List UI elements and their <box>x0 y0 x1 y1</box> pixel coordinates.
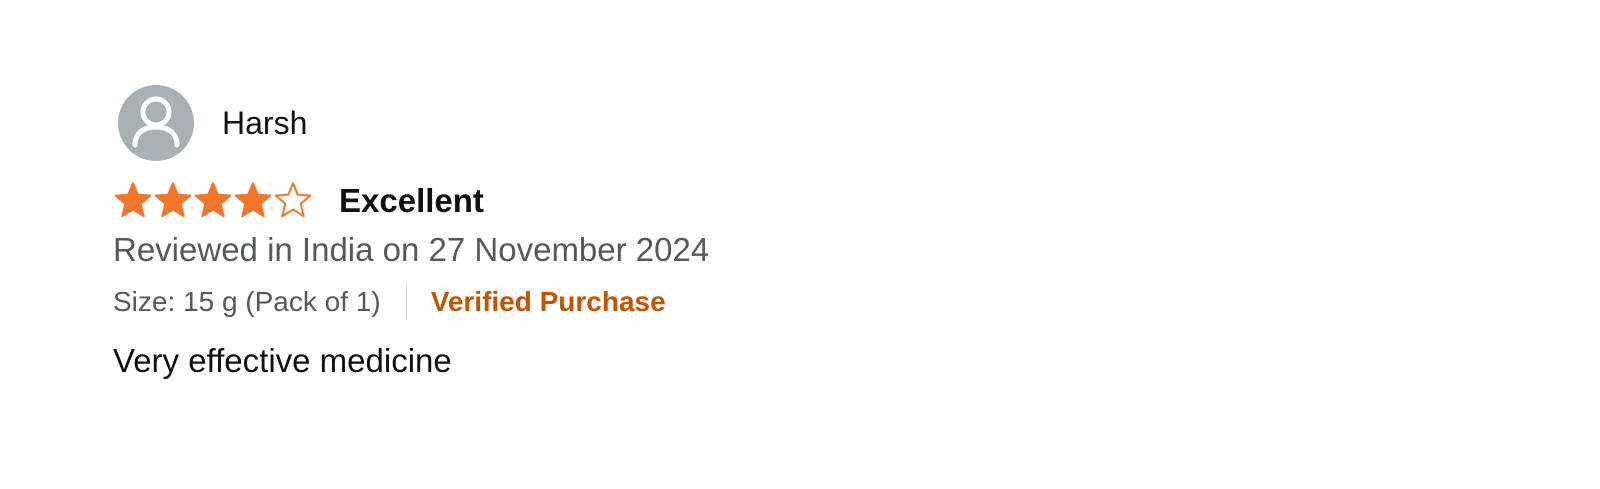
reviewer-profile[interactable]: Harsh <box>118 85 307 161</box>
star-rating[interactable] <box>113 180 313 220</box>
review-date: Reviewed in India on 27 November 2024 <box>113 231 710 268</box>
verified-purchase-badge[interactable]: Verified Purchase <box>431 286 666 318</box>
review-body: Very effective medicine <box>113 342 452 379</box>
star-filled-icon <box>114 182 152 218</box>
review-card: Harsh Excellent Reviewed in India on 27 … <box>0 0 1600 489</box>
rating-row: Excellent <box>113 178 484 222</box>
star-filled-icon <box>234 182 272 218</box>
meta-divider <box>405 284 407 320</box>
product-variant: Size: 15 g (Pack of 1) <box>113 286 381 317</box>
user-avatar-icon <box>132 96 180 148</box>
star-filled-icon <box>154 182 192 218</box>
review-title[interactable]: Excellent <box>339 184 484 217</box>
star-filled-icon <box>194 182 232 218</box>
reviewer-name: Harsh <box>222 105 308 141</box>
avatar <box>118 85 194 161</box>
review-meta: Size: 15 g (Pack of 1) Verified Purchase <box>113 283 666 321</box>
star-empty-icon <box>274 182 312 218</box>
